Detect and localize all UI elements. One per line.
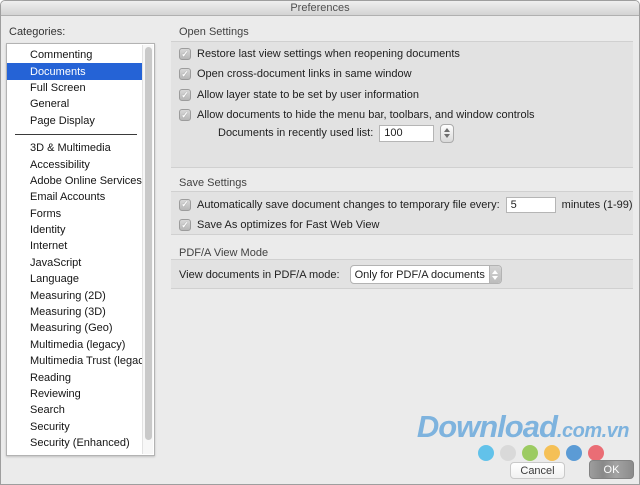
save-settings-heading: Save Settings (179, 177, 247, 189)
autosave-suffix: minutes (1-99) (562, 199, 633, 211)
sidebar-item-identity[interactable]: Identity (7, 222, 143, 238)
pdfa-mode-label: View documents in PDF/A mode: (179, 269, 340, 281)
stepper-down-icon (444, 134, 450, 138)
cross-document-links-label: Open cross-document links in same window (197, 68, 412, 80)
sidebar-item-measuring-3d[interactable]: Measuring (3D) (7, 304, 143, 320)
check-icon: ✓ (181, 50, 189, 59)
preferences-window: Preferences Categories: Commenting Docum… (0, 0, 640, 485)
sidebar-item-3d-multimedia[interactable]: 3D & Multimedia (7, 140, 143, 156)
sidebar-item-search[interactable]: Search (7, 402, 143, 418)
window-title: Preferences (290, 2, 349, 14)
recently-used-label: Documents in recently used list: (218, 127, 373, 139)
pdfa-mode-select[interactable]: Only for PDF/A documents (350, 265, 502, 284)
sidebar-item-full-screen[interactable]: Full Screen (7, 80, 143, 96)
sidebar-item-measuring-2d[interactable]: Measuring (2D) (7, 287, 143, 303)
scrollbar-thumb[interactable] (145, 47, 152, 440)
autosave-minutes-input[interactable] (506, 197, 556, 213)
sidebar-item-internet[interactable]: Internet (7, 238, 143, 254)
popup-arrows-icon (489, 266, 501, 283)
titlebar[interactable]: Preferences (1, 1, 639, 16)
watermark-dot (588, 445, 604, 461)
watermark-dot (544, 445, 560, 461)
categories-list: Commenting Documents Full Screen General… (7, 44, 143, 455)
check-icon: ✓ (181, 70, 189, 79)
sidebar-item-security[interactable]: Security (7, 419, 143, 435)
sidebar-item-forms[interactable]: Forms (7, 206, 143, 222)
check-icon: ✓ (181, 111, 189, 120)
restore-last-view-label: Restore last view settings when reopenin… (197, 48, 460, 60)
sidebar-item-javascript[interactable]: JavaScript (7, 255, 143, 271)
hide-menu-bar-checkbox[interactable]: ✓ (179, 109, 191, 121)
save-settings-section: ✓ Automatically save document changes to… (171, 191, 633, 235)
pdfa-view-mode-section: View documents in PDF/A mode: Only for P… (171, 259, 633, 289)
sidebar-item-general[interactable]: General (7, 96, 143, 112)
recently-used-input[interactable] (379, 125, 434, 142)
categories-label: Categories: (9, 26, 65, 38)
cancel-button[interactable]: Cancel (510, 462, 565, 479)
ok-button[interactable]: OK (589, 460, 634, 479)
pdfa-view-mode-heading: PDF/A View Mode (179, 247, 268, 259)
restore-last-view-checkbox[interactable]: ✓ (179, 48, 191, 60)
sidebar-item-accessibility[interactable]: Accessibility (7, 156, 143, 172)
chevron-up-icon (492, 270, 498, 274)
watermark-brand: Download (417, 409, 557, 444)
stepper-up-icon (444, 128, 450, 132)
watermark-dots (478, 445, 604, 461)
sidebar-item-multimedia-legacy[interactable]: Multimedia (legacy) (7, 337, 143, 353)
check-icon: ✓ (181, 200, 189, 209)
sidebar-item-documents[interactable]: Documents (7, 63, 143, 79)
categories-scrollbar[interactable] (142, 45, 153, 454)
sidebar-item-commenting[interactable]: Commenting (7, 47, 143, 63)
watermark-dot (500, 445, 516, 461)
chevron-down-icon (492, 276, 498, 280)
sidebar-item-page-display[interactable]: Page Display (7, 113, 143, 129)
sidebar-item-security-enhanced[interactable]: Security (Enhanced) (7, 435, 143, 451)
open-settings-heading: Open Settings (179, 26, 249, 38)
sidebar-item-reading[interactable]: Reading (7, 369, 143, 385)
categories-listbox: Commenting Documents Full Screen General… (6, 43, 155, 456)
recently-used-stepper[interactable] (440, 124, 454, 143)
layer-state-label: Allow layer state to be set by user info… (197, 89, 419, 101)
pdfa-mode-selected-value: Only for PDF/A documents (351, 269, 489, 281)
check-icon: ✓ (181, 91, 189, 100)
sidebar-item-multimedia-trust-legacy[interactable]: Multimedia Trust (legacy) (7, 353, 143, 369)
downloadcomvn-watermark: Download.com.vn (417, 409, 629, 445)
layer-state-checkbox[interactable]: ✓ (179, 89, 191, 101)
open-settings-section: ✓ Restore last view settings when reopen… (171, 41, 633, 168)
watermark-suffix: .com.vn (557, 420, 629, 442)
sidebar-item-email-accounts[interactable]: Email Accounts (7, 189, 143, 205)
sidebar-item-measuring-geo[interactable]: Measuring (Geo) (7, 320, 143, 336)
sidebar-divider (15, 134, 137, 135)
fast-web-view-label: Save As optimizes for Fast Web View (197, 219, 379, 231)
fast-web-view-checkbox[interactable]: ✓ (179, 219, 191, 231)
watermark-dot (478, 445, 494, 461)
check-icon: ✓ (181, 221, 189, 230)
cross-document-links-checkbox[interactable]: ✓ (179, 68, 191, 80)
sidebar-item-reviewing[interactable]: Reviewing (7, 386, 143, 402)
watermark-dot (522, 445, 538, 461)
autosave-label: Automatically save document changes to t… (197, 199, 500, 211)
watermark-dot (566, 445, 582, 461)
hide-menu-bar-label: Allow documents to hide the menu bar, to… (197, 109, 535, 121)
autosave-checkbox[interactable]: ✓ (179, 199, 191, 211)
sidebar-item-language[interactable]: Language (7, 271, 143, 287)
sidebar-item-adobe-online-services[interactable]: Adobe Online Services (7, 173, 143, 189)
